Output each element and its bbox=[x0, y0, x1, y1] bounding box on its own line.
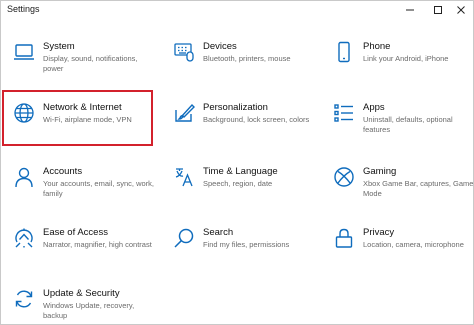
tile-name: Gaming bbox=[363, 166, 397, 177]
keyboard-icon bbox=[173, 41, 195, 63]
tile-network-internet[interactable]: Network & Internet Wi-Fi, airplane mode,… bbox=[7, 102, 155, 154]
tile-description: Find my files, permissions bbox=[203, 240, 290, 249]
tile-time-language[interactable]: Time & Language Speech, region, date bbox=[167, 166, 315, 218]
tile-name: Network & Internet bbox=[43, 102, 122, 113]
minimize-button[interactable] bbox=[396, 1, 424, 19]
tile-accounts[interactable]: Accounts Your accounts, email, sync, wor… bbox=[7, 166, 155, 218]
tile-system[interactable]: System Display, sound, notifications, po… bbox=[7, 41, 155, 93]
window-title: Settings bbox=[7, 4, 40, 14]
tile-description: Link your Android, iPhone bbox=[363, 54, 449, 63]
tile-name: Time & Language bbox=[203, 166, 278, 177]
settings-window: Settings System Display, sound, notifica… bbox=[0, 0, 474, 325]
minimize-icon bbox=[406, 9, 414, 11]
title-bar[interactable]: Settings bbox=[1, 1, 473, 19]
lock-icon bbox=[333, 227, 355, 249]
tile-description: Location, camera, microphone bbox=[363, 240, 464, 249]
tile-devices[interactable]: Devices Bluetooth, printers, mouse bbox=[167, 41, 315, 93]
tile-name: Update & Security bbox=[43, 288, 120, 299]
tile-privacy[interactable]: Privacy Location, camera, microphone bbox=[327, 227, 473, 279]
time-language-icon bbox=[173, 166, 195, 188]
tile-update-security[interactable]: Update & Security Windows Update, recove… bbox=[7, 288, 155, 324]
tile-description: Uninstall, defaults, optional features bbox=[363, 115, 453, 134]
tile-name: Search bbox=[203, 227, 234, 238]
apps-list-icon bbox=[333, 102, 355, 124]
tile-description: Background, lock screen, colors bbox=[203, 115, 310, 124]
close-button[interactable] bbox=[447, 1, 473, 19]
tile-description: Bluetooth, printers, mouse bbox=[203, 54, 291, 63]
tile-gaming[interactable]: Gaming Xbox Game Bar, captures, Game Mod… bbox=[327, 166, 474, 218]
tile-name: Phone bbox=[363, 41, 391, 52]
tile-name: Devices bbox=[203, 41, 237, 52]
tile-description: Your accounts, email, sync, work, family bbox=[43, 179, 155, 198]
tile-apps[interactable]: Apps Uninstall, defaults, optional featu… bbox=[327, 102, 473, 154]
tile-description: Wi-Fi, airplane mode, VPN bbox=[43, 115, 132, 124]
tile-description: Xbox Game Bar, captures, Game Mode bbox=[363, 179, 474, 198]
tile-search[interactable]: Search Find my files, permissions bbox=[167, 227, 315, 279]
ease-of-access-icon bbox=[13, 227, 35, 249]
tile-ease-of-access[interactable]: Ease of Access Narrator, magnifier, high… bbox=[7, 227, 155, 279]
tile-name: Apps bbox=[363, 102, 385, 113]
paint-brush-icon bbox=[173, 102, 195, 124]
phone-icon bbox=[333, 41, 355, 63]
person-icon bbox=[13, 166, 35, 188]
tile-name: System bbox=[43, 41, 75, 52]
tile-description: Display, sound, notifications, power bbox=[43, 54, 138, 73]
sync-icon bbox=[13, 288, 35, 310]
maximize-icon bbox=[434, 6, 442, 14]
laptop-icon bbox=[13, 41, 35, 63]
tile-description: Speech, region, date bbox=[203, 179, 273, 188]
tile-description: Windows Update, recovery, backup bbox=[43, 301, 135, 320]
tile-phone[interactable]: Phone Link your Android, iPhone bbox=[327, 41, 473, 93]
tile-description: Narrator, magnifier, high contrast bbox=[43, 240, 152, 249]
close-icon bbox=[457, 6, 465, 14]
tile-name: Ease of Access bbox=[43, 227, 108, 238]
search-icon bbox=[173, 227, 195, 249]
globe-icon bbox=[13, 102, 35, 124]
tile-name: Personalization bbox=[203, 102, 268, 113]
tile-name: Privacy bbox=[363, 227, 395, 238]
xbox-icon bbox=[333, 166, 355, 188]
tile-name: Accounts bbox=[43, 166, 83, 177]
tile-personalization[interactable]: Personalization Background, lock screen,… bbox=[167, 102, 315, 154]
